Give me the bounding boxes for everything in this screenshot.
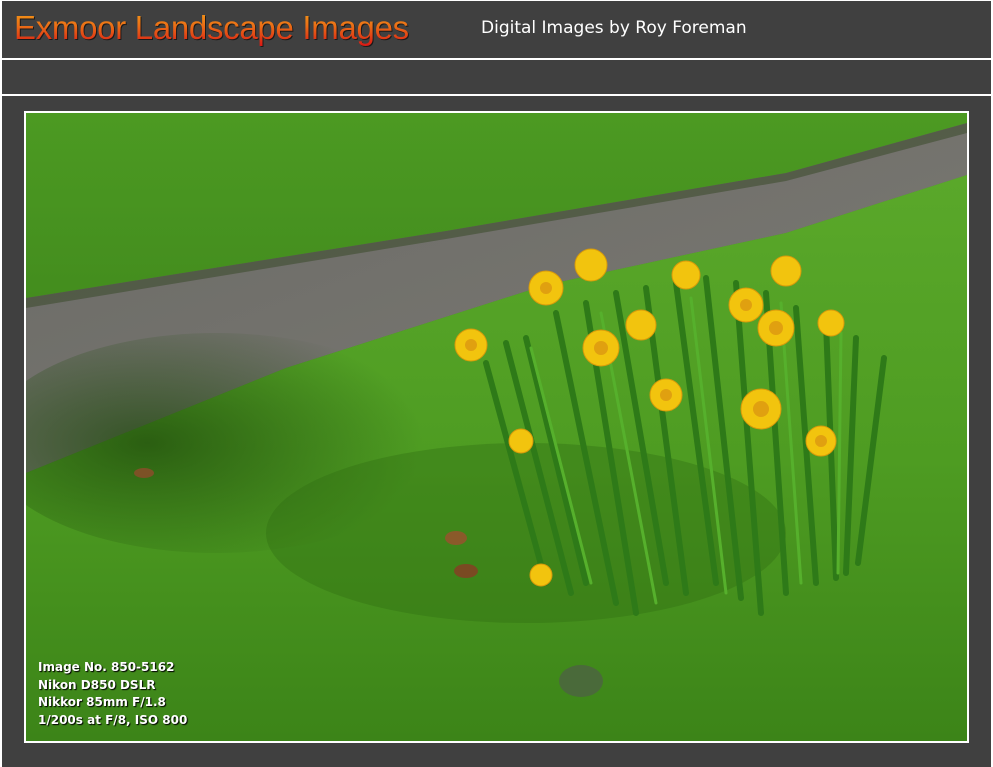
main-content: Image No. 850-5162 Nikon D850 DSLR Nikko… <box>2 96 991 767</box>
exposure-settings: 1/200s at F/8, ISO 800 <box>38 712 188 727</box>
header: Exmoor Landscape Images Digital Images b… <box>2 1 991 58</box>
exif-caption: Image No. 850-5162 Nikon D850 DSLR Nikko… <box>38 659 187 729</box>
site-title[interactable]: Exmoor Landscape Images <box>14 9 409 47</box>
page: Exmoor Landscape Images Digital Images b… <box>0 0 993 767</box>
nav-bar <box>2 60 991 94</box>
image-number: Image No. 850-5162 <box>38 660 175 674</box>
camera-model: Nikon D850 DSLR <box>38 677 156 692</box>
daffodil-photo: Image No. 850-5162 Nikon D850 DSLR Nikko… <box>24 111 969 743</box>
lens-model: Nikkor 85mm F/1.8 <box>38 695 166 709</box>
site-subtitle: Digital Images by Roy Foreman <box>481 18 747 38</box>
daffodil-photo-image <box>26 113 967 741</box>
